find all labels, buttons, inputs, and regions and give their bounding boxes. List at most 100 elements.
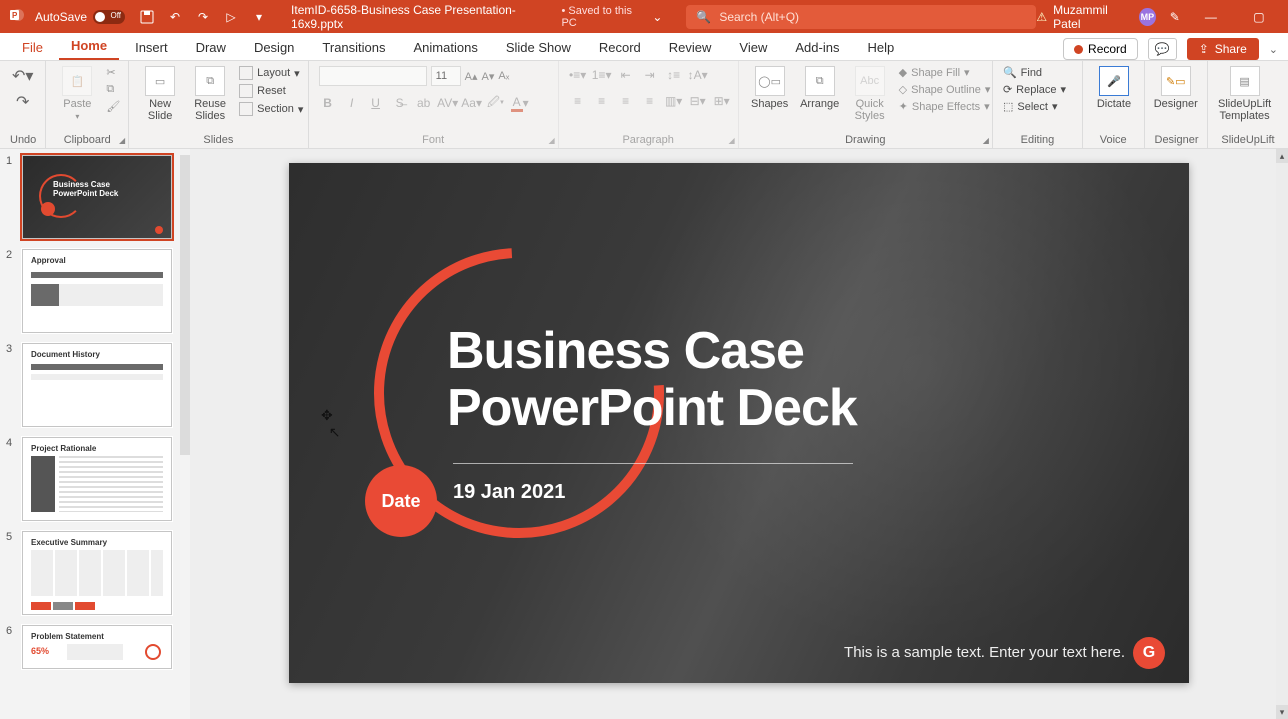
columns-button[interactable]: ▥▾: [665, 92, 683, 110]
increase-font-icon[interactable]: A▴: [465, 70, 478, 83]
clear-formatting-icon[interactable]: Aₓ: [498, 70, 509, 82]
tab-insert[interactable]: Insert: [123, 34, 180, 60]
save-icon[interactable]: [139, 9, 155, 25]
search-box[interactable]: 🔍: [686, 5, 1036, 29]
pen-input-icon[interactable]: ✎: [1170, 10, 1180, 24]
align-right-button[interactable]: ≡: [617, 92, 635, 110]
shape-fill-button[interactable]: ◆Shape Fill ▾: [899, 66, 991, 79]
justify-button[interactable]: ≡: [641, 92, 659, 110]
highlight-button[interactable]: 🖉▾: [487, 94, 505, 112]
g-badge[interactable]: G: [1133, 637, 1165, 669]
font-name-input[interactable]: [319, 66, 427, 86]
tab-transitions[interactable]: Transitions: [310, 34, 397, 60]
find-button[interactable]: 🔍Find: [1003, 66, 1066, 79]
tab-review[interactable]: Review: [657, 34, 724, 60]
font-size-input[interactable]: [431, 66, 461, 86]
drawing-launcher-icon[interactable]: ◢: [983, 136, 989, 145]
share-button[interactable]: ⇪ Share: [1187, 38, 1259, 60]
slide-canvas-area[interactable]: Business CasePowerPoint Deck Date 19 Jan…: [190, 149, 1288, 719]
undo-icon[interactable]: ↶: [167, 9, 183, 25]
tab-help[interactable]: Help: [855, 34, 906, 60]
paragraph-launcher-icon[interactable]: ◢: [728, 136, 734, 145]
shapes-button[interactable]: ◯▭ Shapes: [749, 66, 791, 110]
slideuplift-templates-button[interactable]: ▤ SlideUpLift Templates: [1218, 66, 1271, 122]
char-spacing-button[interactable]: AV▾: [439, 94, 457, 112]
dictate-button[interactable]: 🎤 Dictate: [1093, 66, 1135, 110]
quick-styles-button[interactable]: Abc Quick Styles: [849, 66, 891, 122]
underline-button[interactable]: U: [367, 94, 385, 112]
font-launcher-icon[interactable]: ◢: [548, 136, 554, 145]
slide-thumbnail-3[interactable]: Document History: [22, 343, 172, 427]
new-slide-button[interactable]: ▭ New Slide: [139, 66, 181, 122]
scroll-down-icon[interactable]: ▾: [1276, 705, 1288, 719]
slide-thumbnail-6[interactable]: Problem Statement 65%: [22, 625, 172, 669]
strikethrough-button[interactable]: S̶: [391, 94, 409, 112]
numbering-button[interactable]: 1≡▾: [593, 66, 611, 84]
tab-home[interactable]: Home: [59, 32, 119, 60]
select-button[interactable]: ⬚Select ▾: [1003, 100, 1066, 113]
text-direction-button[interactable]: ↕A▾: [689, 66, 707, 84]
slide-thumbnail-pane[interactable]: 1 Business CasePowerPoint Deck 2 Approva…: [0, 149, 190, 719]
shape-effects-button[interactable]: ✦Shape Effects ▾: [899, 100, 991, 113]
account-button[interactable]: ⚠ Muzammil Patel MP: [1036, 3, 1155, 31]
slide-thumbnail-5[interactable]: Executive Summary: [22, 531, 172, 615]
copy-button[interactable]: ⧉: [106, 83, 120, 96]
tab-addins[interactable]: Add-ins: [783, 34, 851, 60]
search-input[interactable]: [719, 10, 1026, 24]
comments-icon[interactable]: 💬: [1148, 38, 1177, 60]
slide-canvas[interactable]: Business CasePowerPoint Deck Date 19 Jan…: [289, 163, 1189, 683]
tab-design[interactable]: Design: [242, 34, 306, 60]
chevron-down-icon[interactable]: ⌄: [652, 10, 662, 24]
autosave-toggle[interactable]: AutoSave: [35, 10, 125, 24]
undo-button[interactable]: ↶▾: [12, 66, 33, 86]
bullets-button[interactable]: •≡▾: [569, 66, 587, 84]
decrease-indent-button[interactable]: ⇤: [617, 66, 635, 84]
smartart-button[interactable]: ⊞▾: [713, 92, 731, 110]
minimize-button[interactable]: —: [1194, 5, 1228, 29]
canvas-scrollbar[interactable]: ▴ ▾: [1276, 149, 1288, 719]
tab-view[interactable]: View: [727, 34, 779, 60]
layout-button[interactable]: Layout ▾: [239, 66, 303, 80]
from-beginning-icon[interactable]: ▷: [223, 9, 239, 25]
ribbon-options-icon[interactable]: ⌄: [1269, 43, 1278, 56]
line-spacing-button[interactable]: ↕≡: [665, 66, 683, 84]
increase-indent-button[interactable]: ⇥: [641, 66, 659, 84]
date-badge[interactable]: Date: [365, 465, 437, 537]
tab-file[interactable]: File: [10, 34, 55, 60]
section-button[interactable]: Section ▾: [239, 102, 303, 116]
document-title-area[interactable]: ItemID-6658-Business Case Presentation-1…: [291, 3, 662, 31]
align-center-button[interactable]: ≡: [593, 92, 611, 110]
change-case-button[interactable]: Aa▾: [463, 94, 481, 112]
bold-button[interactable]: B: [319, 94, 337, 112]
autosave-switch-icon[interactable]: [93, 10, 125, 24]
cut-button[interactable]: ✂: [106, 66, 120, 79]
decrease-font-icon[interactable]: A▾: [482, 70, 495, 83]
clipboard-launcher-icon[interactable]: ◢: [119, 136, 125, 145]
slide-thumbnail-4[interactable]: Project Rationale: [22, 437, 172, 521]
align-left-button[interactable]: ≡: [569, 92, 587, 110]
redo-icon[interactable]: ↷: [195, 9, 211, 25]
tab-draw[interactable]: Draw: [184, 34, 238, 60]
tab-record[interactable]: Record: [587, 34, 653, 60]
slide-footer-text[interactable]: This is a sample text. Enter your text h…: [844, 644, 1125, 661]
maximize-button[interactable]: ▢: [1242, 5, 1276, 29]
arrange-button[interactable]: ⧉ Arrange: [799, 66, 841, 110]
qat-customize-icon[interactable]: ▾: [251, 9, 267, 25]
paste-button[interactable]: 📋 Paste ▾: [56, 66, 98, 121]
designer-button[interactable]: ✎▭ Designer: [1155, 66, 1198, 110]
italic-button[interactable]: I: [343, 94, 361, 112]
align-text-button[interactable]: ⊟▾: [689, 92, 707, 110]
date-value[interactable]: 19 Jan 2021: [453, 481, 565, 504]
slide-thumbnail-1[interactable]: Business CasePowerPoint Deck: [22, 155, 172, 239]
thumbnail-scrollbar[interactable]: [180, 155, 190, 455]
record-button[interactable]: Record: [1063, 38, 1138, 60]
shape-outline-button[interactable]: ◇Shape Outline ▾: [899, 83, 991, 96]
tab-slideshow[interactable]: Slide Show: [494, 34, 583, 60]
replace-button[interactable]: ⟳Replace ▾: [1003, 83, 1066, 96]
format-painter-button[interactable]: 🖌: [106, 100, 120, 113]
chevron-down-icon[interactable]: ▾: [75, 112, 79, 121]
reset-button[interactable]: Reset: [239, 84, 303, 98]
slide-thumbnail-2[interactable]: Approval: [22, 249, 172, 333]
reuse-slides-button[interactable]: ⧉ Reuse Slides: [189, 66, 231, 122]
font-color-button[interactable]: A▾: [511, 94, 529, 112]
